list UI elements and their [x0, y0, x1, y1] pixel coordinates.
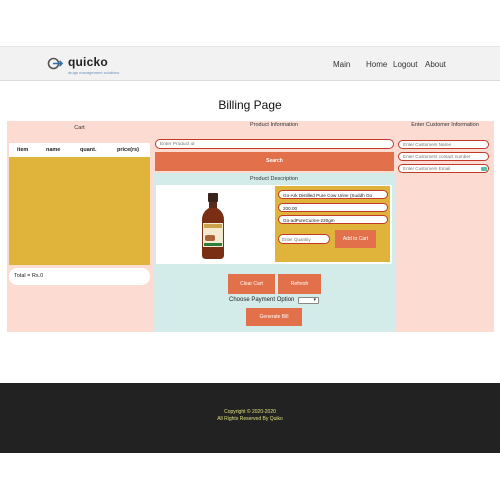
payment-option-label: Choose Payment Option [229, 297, 295, 303]
nav-main[interactable]: Main [333, 60, 350, 69]
brand-name: quicko [68, 55, 108, 69]
product-bottle-image [202, 193, 224, 259]
refresh-button[interactable]: Refresh [278, 274, 321, 294]
product-price-field: 200.00 [278, 203, 388, 212]
brand-tagline: drugs management solutions [68, 70, 120, 75]
email-autofill-icon [481, 167, 487, 171]
cart-col-name: name [46, 147, 61, 153]
quantity-input[interactable] [278, 234, 330, 244]
product-name-field: Go-Ark Distilled Pure Cow Urine (Suddh G… [278, 190, 388, 199]
add-to-cart-button[interactable]: Add to Cart [335, 230, 376, 248]
top-navbar: quicko drugs management solutions Main H… [0, 46, 500, 81]
generate-bill-button[interactable]: Generate Bill [246, 308, 302, 326]
cart-col-price: price(rs) [117, 147, 140, 153]
clear-cart-button[interactable]: Clear Cart [228, 274, 275, 294]
nav-logout[interactable]: Logout [393, 60, 417, 69]
nav-home[interactable]: Home [366, 60, 387, 69]
cart-total: Total = Rs.0 [9, 268, 150, 285]
product-id-input[interactable] [155, 139, 394, 149]
cart-table-header: item name quant. price(rs) [9, 143, 150, 157]
cart-col-item: item [17, 147, 29, 153]
product-description-heading: Product Description [250, 176, 298, 182]
product-code-field: Go-adPureCurine-220gm [278, 215, 388, 224]
logo-arrow-icon [47, 57, 64, 70]
cart-col-quantity: quant. [80, 147, 97, 153]
cart-heading: Cart [74, 125, 85, 131]
customer-name-input[interactable] [398, 140, 489, 149]
cart-table: item name quant. price(rs) [9, 143, 150, 265]
customer-info-heading: Enter Customer Information [411, 122, 479, 128]
search-button[interactable]: Search [155, 152, 394, 171]
product-info-heading: Product Information [250, 122, 298, 128]
chevron-down-icon: ▾ [313, 297, 316, 303]
footer-copyright: Copyright © 2020-2020 [224, 409, 276, 415]
footer: Copyright © 2020-2020 All Rights Reserve… [0, 383, 500, 453]
page-title: Billing Page [218, 98, 282, 112]
payment-option-select[interactable]: ▾ [298, 297, 319, 304]
customer-email-input[interactable] [398, 164, 489, 173]
footer-rights: All Rights Reserved By Quiko [217, 416, 283, 422]
customer-contact-input[interactable] [398, 152, 489, 161]
nav-about[interactable]: About [425, 60, 446, 69]
